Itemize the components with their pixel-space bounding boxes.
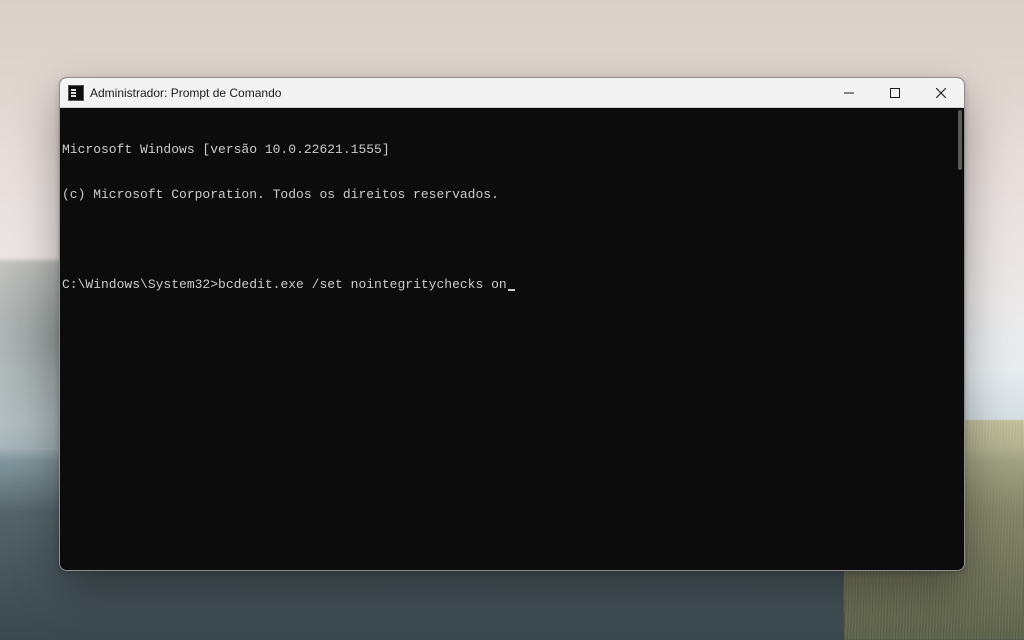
- maximize-icon: [890, 88, 900, 98]
- command-prompt-icon: [68, 85, 84, 101]
- maximize-button[interactable]: [872, 78, 918, 107]
- minimize-button[interactable]: [826, 78, 872, 107]
- terminal-cursor: [508, 289, 515, 291]
- window-controls: [826, 78, 964, 107]
- terminal-area[interactable]: Microsoft Windows [versão 10.0.22621.155…: [60, 108, 964, 570]
- terminal-scrollbar-thumb[interactable]: [958, 110, 962, 170]
- terminal-blank-line: [62, 232, 958, 247]
- command-prompt-window: Administrador: Prompt de Comando Microso…: [59, 77, 965, 571]
- terminal-scrollbar[interactable]: [950, 110, 962, 568]
- terminal-header-line-2: (c) Microsoft Corporation. Todos os dire…: [62, 187, 958, 202]
- minimize-icon: [844, 88, 854, 98]
- close-button[interactable]: [918, 78, 964, 107]
- terminal-prompt-line: C:\Windows\System32>bcdedit.exe /set noi…: [62, 277, 958, 292]
- terminal-typed-command: bcdedit.exe /set nointegritychecks on: [218, 277, 507, 292]
- terminal-header-line-1: Microsoft Windows [versão 10.0.22621.155…: [62, 142, 958, 157]
- terminal-prompt-path: C:\Windows\System32>: [62, 277, 218, 292]
- window-title: Administrador: Prompt de Comando: [90, 86, 826, 100]
- window-titlebar[interactable]: Administrador: Prompt de Comando: [60, 78, 964, 108]
- close-icon: [936, 88, 946, 98]
